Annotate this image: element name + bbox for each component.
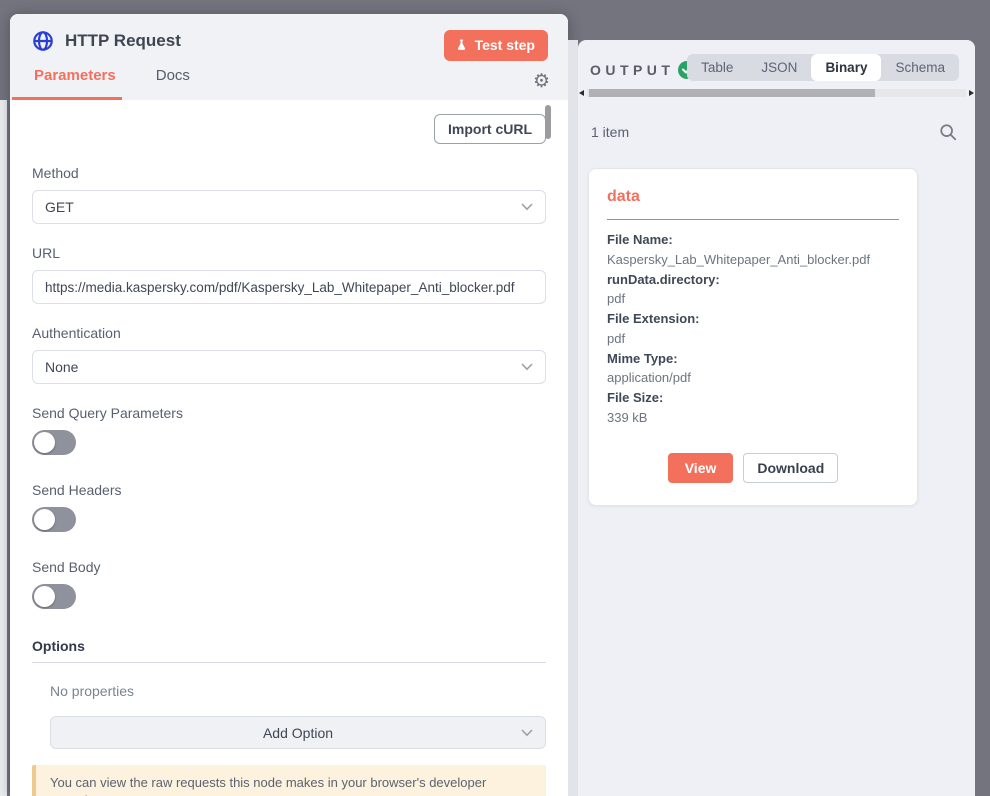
tab-table[interactable]: Table [687,54,747,81]
options-section-title: Options [32,638,546,663]
toggle-knob [34,586,55,607]
download-button[interactable]: Download [743,453,838,483]
add-option-label: Add Option [263,725,333,741]
binary-key: data [607,188,899,206]
binary-field-row: File Size: 339 kB [607,388,899,428]
send-body-label: Send Body [32,559,546,575]
authentication-select[interactable]: None [32,350,546,384]
binary-data-card: data File Name: Kaspersky_Lab_Whitepaper… [588,168,918,506]
binary-field-row: File Extension: pdf [607,309,899,349]
options-empty-text: No properties [50,683,546,699]
send-body-toggle[interactable] [32,584,76,609]
authentication-label: Authentication [32,325,546,341]
tab-parameters[interactable]: Parameters [34,67,116,94]
search-icon[interactable] [939,123,957,141]
send-headers-toggle[interactable] [32,507,76,532]
tab-json[interactable]: JSON [747,54,811,81]
binary-field-row: File Name: Kaspersky_Lab_Whitepaper_Anti… [607,230,899,270]
authentication-field: Authentication None [32,325,546,384]
panel-gap [568,40,578,796]
node-settings-panel: HTTP Request Test step Parameters Docs ⚙… [10,14,568,796]
send-headers-label: Send Headers [32,482,546,498]
binary-field-row: Mime Type: application/pdf [607,349,899,389]
scroll-right-arrow[interactable] [969,90,974,96]
url-field: URL [32,245,546,304]
field-label: runData.directory: [607,270,899,290]
chevron-down-icon [521,363,533,371]
input-panel-edge [0,100,7,796]
node-title: HTTP Request [65,31,181,51]
flask-icon [455,38,468,52]
field-label: File Extension: [607,309,899,329]
horizontal-scrollbar-thumb[interactable] [589,89,875,97]
method-select[interactable]: GET [32,190,546,224]
method-value: GET [45,199,74,215]
authentication-value: None [45,359,78,375]
send-query-parameters-field: Send Query Parameters [32,405,546,455]
tab-docs[interactable]: Docs [156,67,190,94]
test-step-label: Test step [475,37,535,53]
test-step-button[interactable]: Test step [444,30,548,61]
view-button[interactable]: View [668,453,734,483]
add-option-button[interactable]: Add Option [50,716,546,749]
tab-binary[interactable]: Binary [811,54,881,81]
output-title: OUTPUT [590,62,674,78]
field-label: Mime Type: [607,349,899,369]
send-headers-field: Send Headers [32,482,546,532]
node-panel-header: HTTP Request Test step Parameters Docs ⚙ [10,14,568,100]
binary-field-row: runData.directory: pdf [607,270,899,310]
gear-icon[interactable]: ⚙ [533,72,550,91]
parameters-body: Import cURL Method GET URL Authenticatio… [10,100,568,796]
chevron-down-icon [521,203,533,211]
field-label: File Size: [607,388,899,408]
field-value: pdf [607,289,899,309]
field-value: 339 kB [607,408,899,428]
field-label: File Name: [607,230,899,250]
send-body-field: Send Body [32,559,546,609]
send-query-parameters-label: Send Query Parameters [32,405,546,421]
url-input[interactable] [32,270,546,304]
field-value: Kaspersky_Lab_Whitepaper_Anti_blocker.pd… [607,250,899,270]
chevron-down-icon [521,729,533,737]
card-divider [607,219,899,220]
output-panel: OUTPUT Table JSON Binary Schema 1 item d… [578,40,975,796]
globe-icon [32,30,54,52]
method-field: Method GET [32,165,546,224]
horizontal-scrollbar [578,87,975,99]
tab-schema[interactable]: Schema [881,54,959,81]
toggle-knob [34,509,55,530]
field-value: pdf [607,329,899,349]
scroll-left-arrow[interactable] [579,90,584,96]
send-query-parameters-toggle[interactable] [32,430,76,455]
vertical-scrollbar-thumb[interactable] [545,105,551,139]
field-value: application/pdf [607,368,899,388]
items-count: 1 item [591,124,629,140]
toggle-knob [34,432,55,453]
method-label: Method [32,165,546,181]
output-tab-bar: Table JSON Binary Schema [687,54,959,81]
developer-console-notice: You can view the raw requests this node … [32,765,546,796]
url-label: URL [32,245,546,261]
import-curl-button[interactable]: Import cURL [434,114,546,144]
